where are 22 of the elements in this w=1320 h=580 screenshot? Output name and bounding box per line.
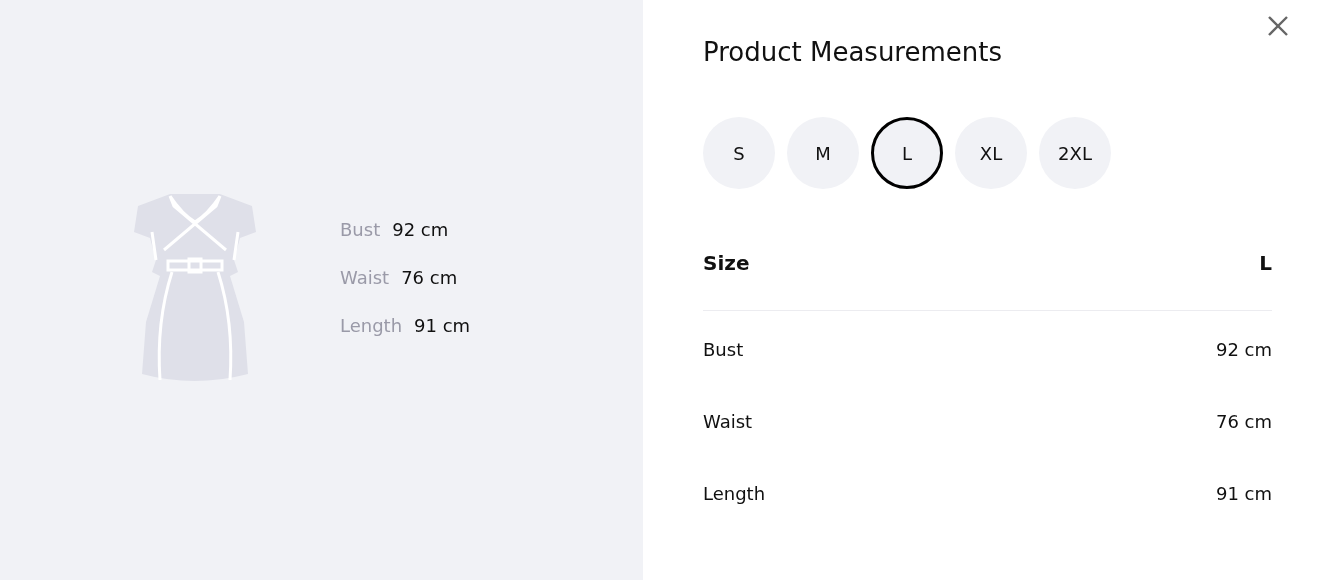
dress-icon	[134, 192, 256, 384]
table-cell: 92 cm	[1215, 338, 1272, 360]
table-cell: 76 cm	[1215, 410, 1272, 432]
table-cell: Length	[703, 482, 766, 504]
table-header: L	[1259, 251, 1272, 275]
measurement-value: 91 cm	[414, 314, 471, 337]
measurement-label: Bust	[340, 218, 381, 241]
measurement-label: Waist	[340, 266, 390, 289]
table-cell: 91 cm	[1215, 482, 1272, 504]
size-option[interactable]: 2XL	[1039, 117, 1111, 189]
measurement-value: 92 cm	[392, 218, 449, 241]
size-option[interactable]: XL	[955, 117, 1027, 189]
panel-title: Product Measurements	[703, 36, 1004, 69]
table-cell: Bust	[703, 338, 744, 360]
size-option[interactable]: S	[703, 117, 775, 189]
measurement-label: Length	[340, 314, 403, 337]
table-cell: Waist	[703, 410, 753, 432]
table-header: Size	[703, 251, 750, 275]
size-option[interactable]: M	[787, 117, 859, 189]
measurement-value: 76 cm	[401, 266, 458, 289]
size-option[interactable]: L	[871, 117, 943, 189]
close-icon[interactable]	[1266, 14, 1290, 38]
